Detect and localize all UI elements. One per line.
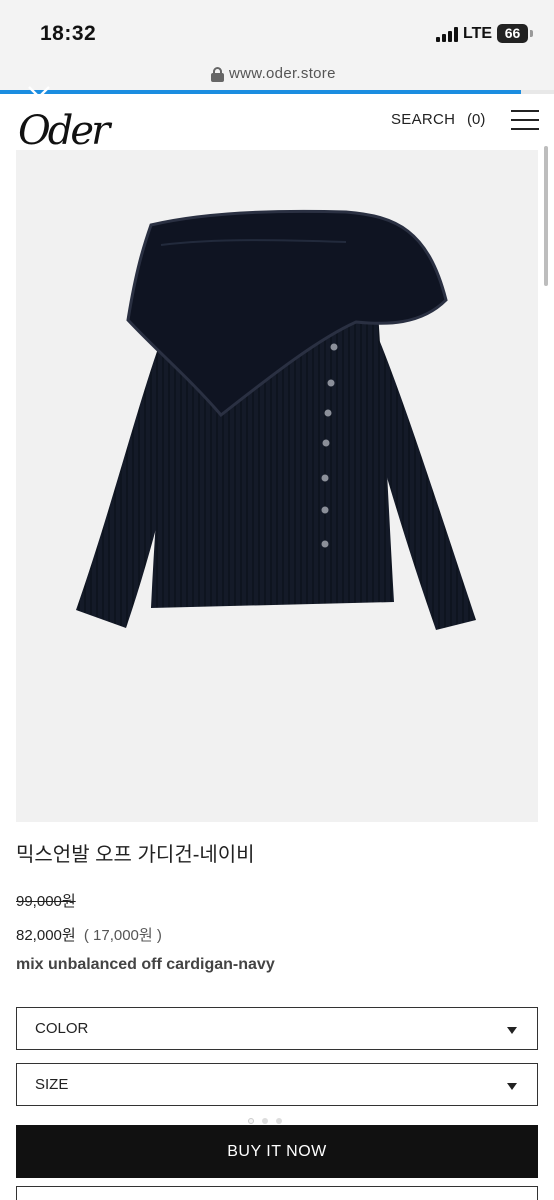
dropdown-arrow-icon (507, 1083, 517, 1090)
page-load-progress (0, 90, 554, 94)
page-dot-active (248, 1118, 254, 1124)
network-type: LTE (463, 25, 493, 42)
cart-count[interactable]: (0) (467, 111, 485, 128)
original-price: 99,000원 (16, 893, 76, 910)
url-bar[interactable]: www.oder.store (0, 62, 554, 90)
battery-tip (530, 30, 533, 37)
search-link[interactable]: SEARCH (391, 111, 455, 128)
signal-icon (436, 27, 458, 42)
lock-icon (211, 67, 224, 82)
color-select[interactable]: COLOR (16, 1007, 538, 1050)
brand-logo[interactable]: Oder (18, 108, 110, 154)
url-text[interactable]: www.oder.store (229, 65, 336, 82)
status-bar: 18:32 LTE 66 (0, 0, 554, 62)
discount-amount: ( 17,000원 ) (83, 927, 162, 944)
cardigan-image (76, 209, 476, 630)
color-select-label: COLOR (35, 1020, 89, 1037)
page-load-progress-fill (0, 90, 521, 94)
product-english-name: mix unbalanced off cardigan-navy (16, 956, 275, 973)
buy-now-button[interactable]: BUY IT NOW (16, 1125, 538, 1178)
hamburger-menu-icon[interactable] (511, 110, 539, 130)
battery-icon: 66 (497, 24, 528, 43)
close-icon[interactable] (26, 84, 52, 110)
page-indicator (248, 1111, 290, 1124)
product-image[interactable] (16, 150, 538, 822)
scrollbar[interactable] (544, 146, 548, 286)
secondary-button[interactable] (16, 1186, 538, 1200)
clock: 18:32 (40, 22, 97, 45)
price-row: 82,000원 ( 17,000원 ) (16, 924, 162, 945)
dropdown-arrow-icon (507, 1027, 517, 1034)
product-name: 믹스언발 오프 가디건-네이비 (16, 844, 255, 866)
size-select[interactable]: SIZE (16, 1063, 538, 1106)
sale-price: 82,000원 (16, 927, 76, 944)
page-dot (262, 1118, 268, 1124)
page-dot (276, 1118, 282, 1124)
size-select-label: SIZE (35, 1076, 69, 1093)
